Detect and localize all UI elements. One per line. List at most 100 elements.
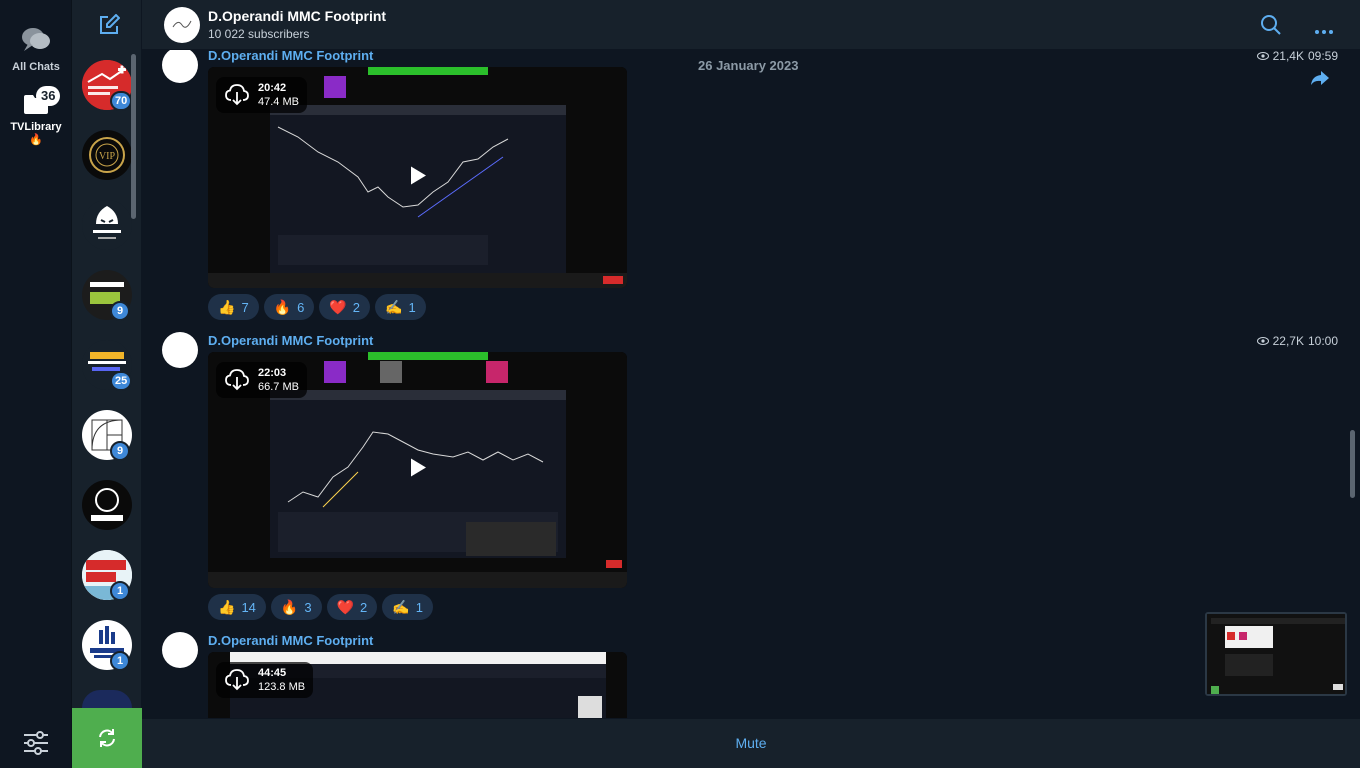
video-size: 47.4 MB: [258, 96, 299, 108]
search-icon: [1261, 15, 1281, 35]
video-duration: 20:42: [258, 82, 287, 94]
reaction-writing-hand[interactable]: ✍️ 1: [382, 594, 433, 620]
cloud-download-icon: [225, 669, 249, 691]
reaction-fire[interactable]: 🔥 3: [270, 594, 322, 620]
chat-item-partial[interactable]: [82, 690, 132, 708]
chat-item-goat[interactable]: [82, 480, 132, 530]
video-message[interactable]: 44:45 123.8 MB: [208, 652, 627, 718]
unread-badge: 70: [110, 91, 133, 111]
message-avatar[interactable]: [162, 332, 198, 368]
reaction-count: 14: [241, 599, 256, 615]
unread-badge: 25: [110, 371, 133, 391]
refresh-button[interactable]: [72, 708, 142, 768]
reaction-count: 7: [241, 299, 249, 315]
chat-list: 70 VIP 9 25 9 1 1: [72, 0, 142, 768]
reaction-emoji: 👍: [218, 598, 236, 615]
goat-avatar-art: [91, 488, 123, 521]
folder-all-chats[interactable]: All Chats: [0, 26, 72, 73]
forward-button[interactable]: [1310, 70, 1330, 91]
date-separator: 26 January 2023: [698, 58, 799, 73]
more-button[interactable]: [1314, 22, 1334, 40]
message-sender[interactable]: D.Operandi MMC Footprint: [208, 50, 373, 63]
telegram-window: All Chats 36 TVLibrary 🔥 70 VIP 9 25 9 1…: [0, 0, 1360, 768]
cloud-download-icon: [225, 369, 249, 391]
chat-header: D.Operandi MMC Footprint 10 022 subscrib…: [142, 0, 1360, 50]
video-duration: 44:45: [258, 667, 287, 679]
message-meta: 22,7K 10:00: [1256, 334, 1338, 348]
video-message[interactable]: 20:42 47.4 MB: [208, 67, 627, 288]
message-scrollbar[interactable]: [1350, 430, 1355, 498]
more-icon: [1315, 30, 1333, 34]
folder-tvlibrary-label: TVLibrary: [10, 121, 62, 133]
reaction-fire[interactable]: 🔥 6: [263, 294, 315, 320]
unread-badge: 1: [110, 581, 130, 601]
reaction-count: 1: [415, 599, 423, 615]
compose-button[interactable]: [98, 13, 121, 41]
chat-item-phantom[interactable]: [82, 200, 132, 250]
cloud-download-icon: [225, 84, 249, 106]
folder-unread-badge: 36: [36, 86, 61, 106]
reaction-emoji: ✍️: [385, 298, 403, 315]
refresh-icon: [99, 729, 115, 747]
folder-fire-emoji: 🔥: [29, 134, 43, 146]
search-button[interactable]: [1260, 14, 1282, 41]
play-icon: [410, 458, 426, 477]
video-message[interactable]: 22:03 66.7 MB: [208, 352, 627, 588]
reaction-count: 3: [304, 599, 312, 615]
subscriber-count: 10 022 subscribers: [208, 27, 310, 41]
video-duration: 22:03: [258, 367, 287, 379]
reaction-thumbs-up[interactable]: 👍 14: [208, 594, 266, 620]
reaction-count: 2: [360, 599, 368, 615]
video-size: 123.8 MB: [258, 681, 306, 693]
settings-button[interactable]: [22, 730, 50, 761]
sliders-icon: [24, 731, 48, 755]
message-sender[interactable]: D.Operandi MMC Footprint: [208, 333, 373, 348]
reaction-count: 1: [408, 299, 416, 315]
video-size: 66.7 MB: [258, 381, 299, 393]
reaction-emoji: ✍️: [392, 598, 410, 615]
download-pill[interactable]: 20:42 47.4 MB: [216, 77, 307, 113]
channel-logo-art: [172, 20, 192, 28]
compose-icon: [100, 13, 121, 34]
reaction-heart[interactable]: ❤️ 2: [319, 294, 371, 320]
mute-button[interactable]: Mute: [142, 735, 1360, 751]
chat-list-scrollbar[interactable]: [131, 54, 136, 219]
eye-icon: [1256, 337, 1269, 345]
picture-in-picture-preview[interactable]: [1205, 612, 1347, 696]
reaction-thumbs-up[interactable]: 👍 7: [208, 294, 259, 320]
channel-title[interactable]: D.Operandi MMC Footprint: [208, 8, 386, 24]
play-button[interactable]: [409, 458, 427, 483]
pip-thumbnail: [1207, 614, 1345, 694]
play-button[interactable]: [409, 165, 427, 190]
eye-icon: [1256, 52, 1269, 60]
download-pill[interactable]: 44:45 123.8 MB: [216, 662, 314, 698]
reaction-count: 2: [352, 299, 361, 315]
message-avatar[interactable]: [162, 632, 198, 668]
reaction-emoji: ❤️: [329, 298, 347, 315]
folder-tvlibrary[interactable]: 36 TVLibrary 🔥: [0, 86, 72, 146]
folder-all-chats-label: All Chats: [12, 61, 60, 73]
reaction-writing-hand[interactable]: ✍️ 1: [375, 294, 426, 320]
message-sender[interactable]: D.Operandi MMC Footprint: [208, 633, 373, 648]
view-count: 22,7K: [1272, 334, 1304, 348]
play-icon: [410, 166, 426, 184]
unread-badge: 9: [110, 441, 130, 461]
message-area[interactable]: 26 January 2023 D.Operandi MMC Footprint…: [142, 50, 1360, 718]
message-meta: 21,4K 09:59: [1256, 50, 1338, 63]
chat-item-vip[interactable]: VIP: [82, 130, 132, 180]
unread-badge: 9: [110, 301, 130, 321]
channel-avatar[interactable]: [164, 7, 200, 43]
message-time: 09:59: [1307, 50, 1338, 63]
message-avatar[interactable]: [162, 50, 198, 83]
reaction-emoji: 🔥: [273, 298, 292, 315]
reaction-heart[interactable]: ❤️ 2: [326, 594, 378, 620]
folder-rail: All Chats 36 TVLibrary 🔥: [0, 0, 72, 768]
download-pill[interactable]: 22:03 66.7 MB: [216, 362, 307, 398]
reaction-emoji: ❤️: [336, 598, 355, 615]
chat-footer: Mute: [142, 718, 1360, 768]
share-icon: [1311, 71, 1329, 85]
reaction-emoji: 👍: [218, 298, 236, 315]
view-count: 21,4K: [1272, 50, 1304, 63]
reactions-bar: 👍 7 🔥 6 ❤️ 2 ✍️ 1: [208, 294, 426, 320]
chat-bubbles-icon: [22, 28, 50, 51]
